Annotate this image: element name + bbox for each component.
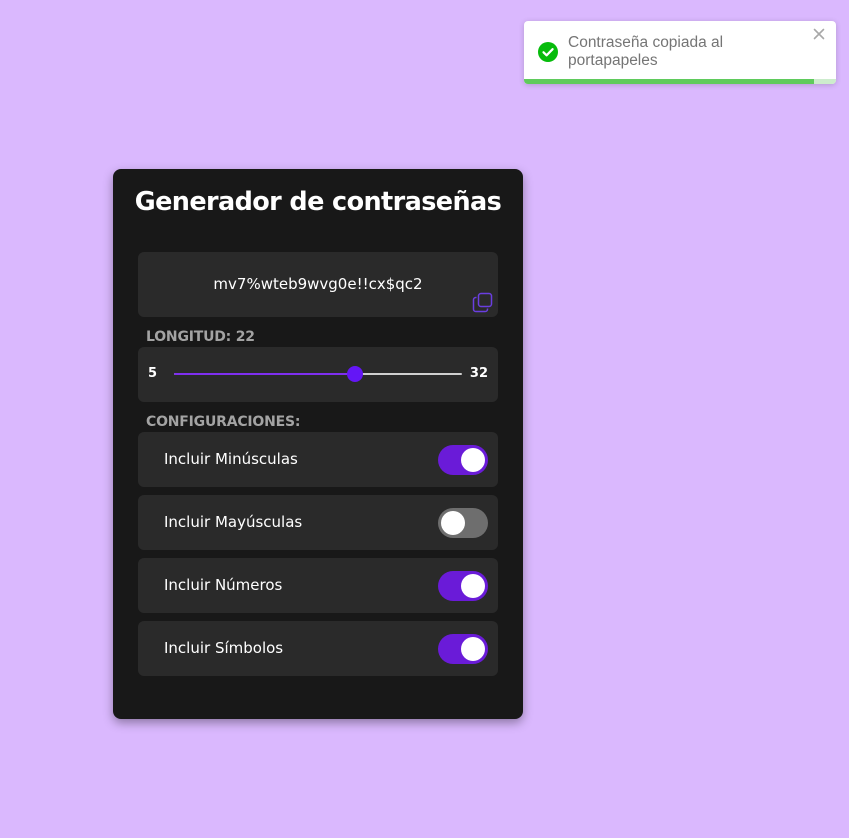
option-label: Incluir Números xyxy=(164,576,283,594)
symbols-toggle[interactable] xyxy=(438,634,488,664)
toggle-knob xyxy=(461,637,485,661)
slider-thumb[interactable] xyxy=(347,366,364,382)
option-label: Incluir Mayúsculas xyxy=(164,513,303,531)
lowercase-toggle[interactable] xyxy=(438,445,488,475)
toast-progress-track xyxy=(524,79,836,84)
config-label: CONFIGURACIONES: xyxy=(146,414,301,430)
toggle-knob xyxy=(441,511,465,535)
option-symbols: Incluir Símbolos xyxy=(138,621,498,676)
toast-progress-bar xyxy=(524,79,815,84)
option-lowercase: Incluir Minúsculas xyxy=(138,432,498,487)
copy-icon[interactable] xyxy=(472,292,493,313)
option-uppercase: Incluir Mayúsculas xyxy=(138,495,498,550)
slider-min-label: 5 xyxy=(148,366,158,381)
slider-max-label: 32 xyxy=(469,366,488,381)
check-circle-icon xyxy=(538,42,558,62)
length-slider-panel: 5 32 xyxy=(138,347,498,402)
option-label: Incluir Minúsculas xyxy=(164,450,298,468)
generated-password: mv7%wteb9wvg0e!!cx$qc2 xyxy=(213,275,423,293)
length-label: LONGITUD: 22 xyxy=(146,329,255,345)
uppercase-toggle[interactable] xyxy=(438,508,488,538)
toggle-knob xyxy=(461,448,485,472)
page-title: Generador de contraseñas xyxy=(134,187,502,217)
option-numbers: Incluir Números xyxy=(138,558,498,613)
toast-message: Contraseña copiada al portapapeles xyxy=(568,34,724,69)
close-icon[interactable] xyxy=(812,27,826,41)
toggle-knob xyxy=(461,574,485,598)
length-slider[interactable] xyxy=(174,366,462,382)
password-generator-card: Generador de contraseñas mv7%wteb9wvg0e!… xyxy=(113,169,523,719)
numbers-toggle[interactable] xyxy=(438,571,488,601)
password-display: mv7%wteb9wvg0e!!cx$qc2 xyxy=(138,252,498,317)
slider-fill xyxy=(174,373,356,375)
option-label: Incluir Símbolos xyxy=(164,639,284,657)
toast-notification: Contraseña copiada al portapapeles xyxy=(524,21,836,84)
